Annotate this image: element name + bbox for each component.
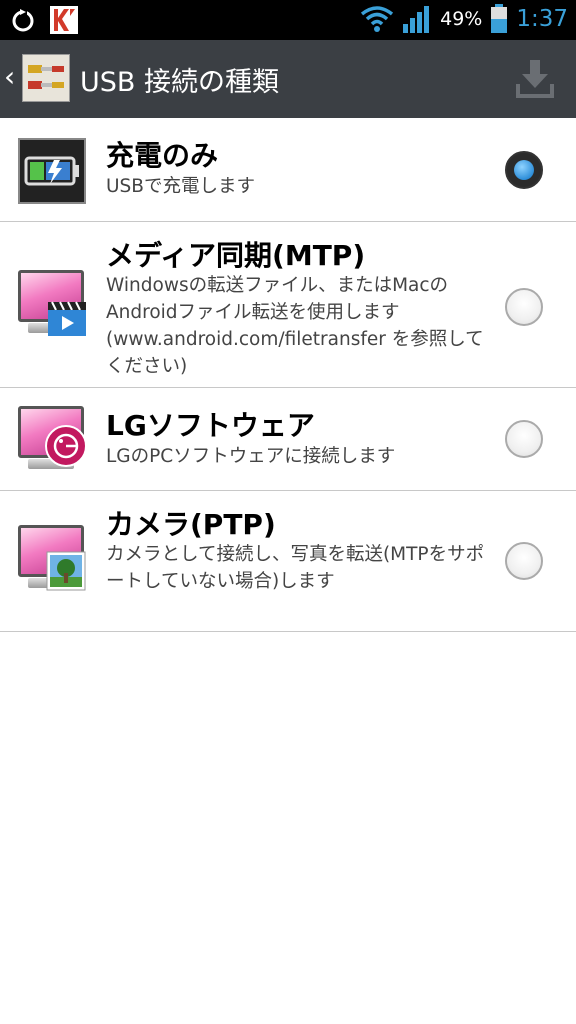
lg-software-icon [18,406,88,476]
item-title: カメラ(PTP) [106,508,276,541]
usb-type-list: 充電のみ USBで充電します メディア同期(MTP) Windowsの転送ファイ… [0,118,576,632]
clock: 1:37 [516,6,568,32]
battery-charging-icon [18,138,86,204]
item-title: 充電のみ [106,139,219,172]
list-item-media-sync-mtp[interactable]: メディア同期(MTP) Windowsの転送ファイル、またはMacのAndroi… [0,222,576,388]
media-sync-icon [18,270,88,340]
page-title: USB 接続の種類 [80,67,280,98]
camera-ptp-icon [18,525,88,595]
status-bar: 49% 1:37 [0,0,576,40]
download-icon[interactable] [514,56,556,100]
radio-camera-ptp[interactable] [505,542,543,580]
item-title: LGソフトウェア [106,409,315,442]
battery-icon [491,4,508,33]
status-notifications [10,6,78,34]
item-subtitle: LGのPCソフトウェアに接続します [106,446,396,467]
item-subtitle: Windowsの転送ファイル、またはMacのAndroidファイル転送を使用しま… [106,275,484,377]
list-item-charge-only[interactable]: 充電のみ USBで充電します [0,118,576,222]
list-item-lg-software[interactable]: LGソフトウェア LGのPCソフトウェアに接続します [0,388,576,491]
status-indicators: 49% 1:37 [360,4,568,34]
battery-percent: 49% [440,8,483,30]
item-title: メディア同期(MTP) [106,239,366,272]
radio-charge-only[interactable] [505,151,543,189]
item-subtitle: USBで充電します [106,176,255,197]
radio-media-sync-mtp[interactable] [505,288,543,326]
app-notification-icon [50,6,78,34]
wifi-icon [361,6,394,32]
usb-settings-app-icon[interactable] [22,54,70,102]
radio-lg-software[interactable] [505,420,543,458]
action-bar: ‹ USB 接続の種類 [0,40,576,118]
item-subtitle: カメラとして接続し、写真を転送(MTPをサポートしていない場合)します [106,544,485,592]
back-chevron-icon[interactable]: ‹ [4,60,15,93]
signal-icon [403,6,430,33]
refresh-notification-icon [12,8,34,32]
list-item-camera-ptp[interactable]: カメラ(PTP) カメラとして接続し、写真を転送(MTPをサポートしていない場合… [0,491,576,632]
